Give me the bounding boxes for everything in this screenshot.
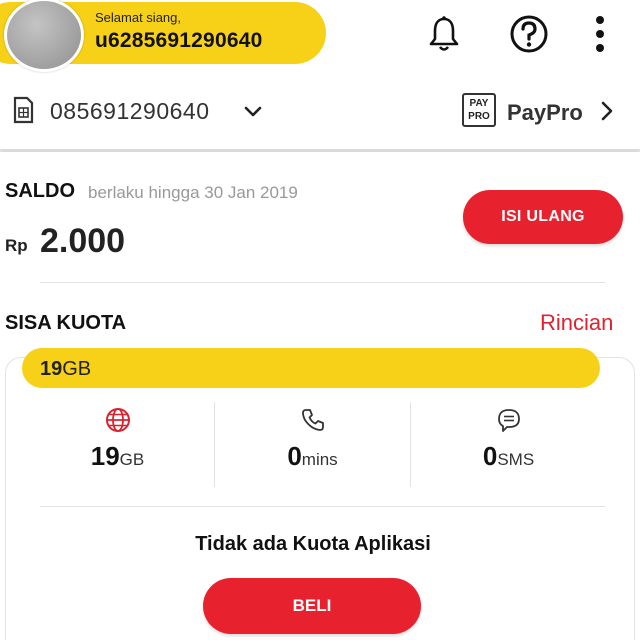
quota-total-unit: GB <box>62 358 92 380</box>
globe-icon <box>105 407 131 433</box>
paypro-link[interactable]: PayPro <box>507 100 583 126</box>
data-quota-unit: GB <box>119 450 145 469</box>
call-quota-stat: 0mins <box>215 407 410 477</box>
sms-quota-unit: SMS <box>497 450 535 469</box>
divider <box>40 282 605 283</box>
greeting-text: Selamat siang, <box>95 10 181 25</box>
sim-card-icon <box>12 96 34 124</box>
paypro-logo[interactable]: PAY PRO <box>462 93 496 127</box>
no-app-quota-text: Tidak ada Kuota Aplikasi <box>195 533 431 555</box>
sms-quota-stat: 0SMS <box>411 407 606 477</box>
divider <box>40 506 605 507</box>
paypro-logo-line2: PRO <box>468 111 490 122</box>
bell-icon[interactable] <box>426 14 462 54</box>
buy-button[interactable]: BELI <box>203 578 421 634</box>
balance-amount: 2.000 <box>40 222 126 260</box>
chat-icon <box>496 407 522 433</box>
sms-quota-value: 0 <box>482 441 498 471</box>
number-row: 085691290640 PAY PRO PayPro <box>0 86 640 136</box>
quota-total-value: 19 <box>40 358 63 380</box>
quota-total-bar <box>22 348 600 388</box>
currency-label: Rp <box>5 236 28 255</box>
more-vertical-icon[interactable] <box>588 14 612 54</box>
details-link[interactable]: Rincian <box>540 310 613 336</box>
saldo-title: SALDO <box>5 180 75 202</box>
call-quota-value: 0 <box>287 441 302 471</box>
saldo-expiry: berlaku hingga 30 Jan 2019 <box>88 183 298 202</box>
header: Selamat siang, u6285691290640 0856912906… <box>0 0 640 150</box>
username: u6285691290640 <box>95 29 263 52</box>
data-quota-value: 19 <box>90 441 120 471</box>
paypro-logo-line1: PAY <box>469 98 489 109</box>
data-quota-stat: 19GB <box>20 407 215 477</box>
top-up-button[interactable]: ISI ULANG <box>463 190 623 244</box>
phone-number[interactable]: 085691290640 <box>50 98 210 125</box>
avatar[interactable] <box>4 0 84 72</box>
kuota-title: SISA KUOTA <box>5 312 127 334</box>
phone-icon <box>300 407 326 433</box>
balance-card: SALDO berlaku hingga 30 Jan 2019 Rp 2.00… <box>0 152 640 640</box>
call-quota-unit: mins <box>301 450 338 469</box>
help-icon[interactable] <box>508 14 550 54</box>
chevron-right-icon[interactable] <box>597 100 617 122</box>
chevron-down-icon[interactable] <box>242 100 264 122</box>
app-screen: Selamat siang, u6285691290640 0856912906… <box>0 0 640 640</box>
quota-total: 19GB <box>40 358 91 381</box>
